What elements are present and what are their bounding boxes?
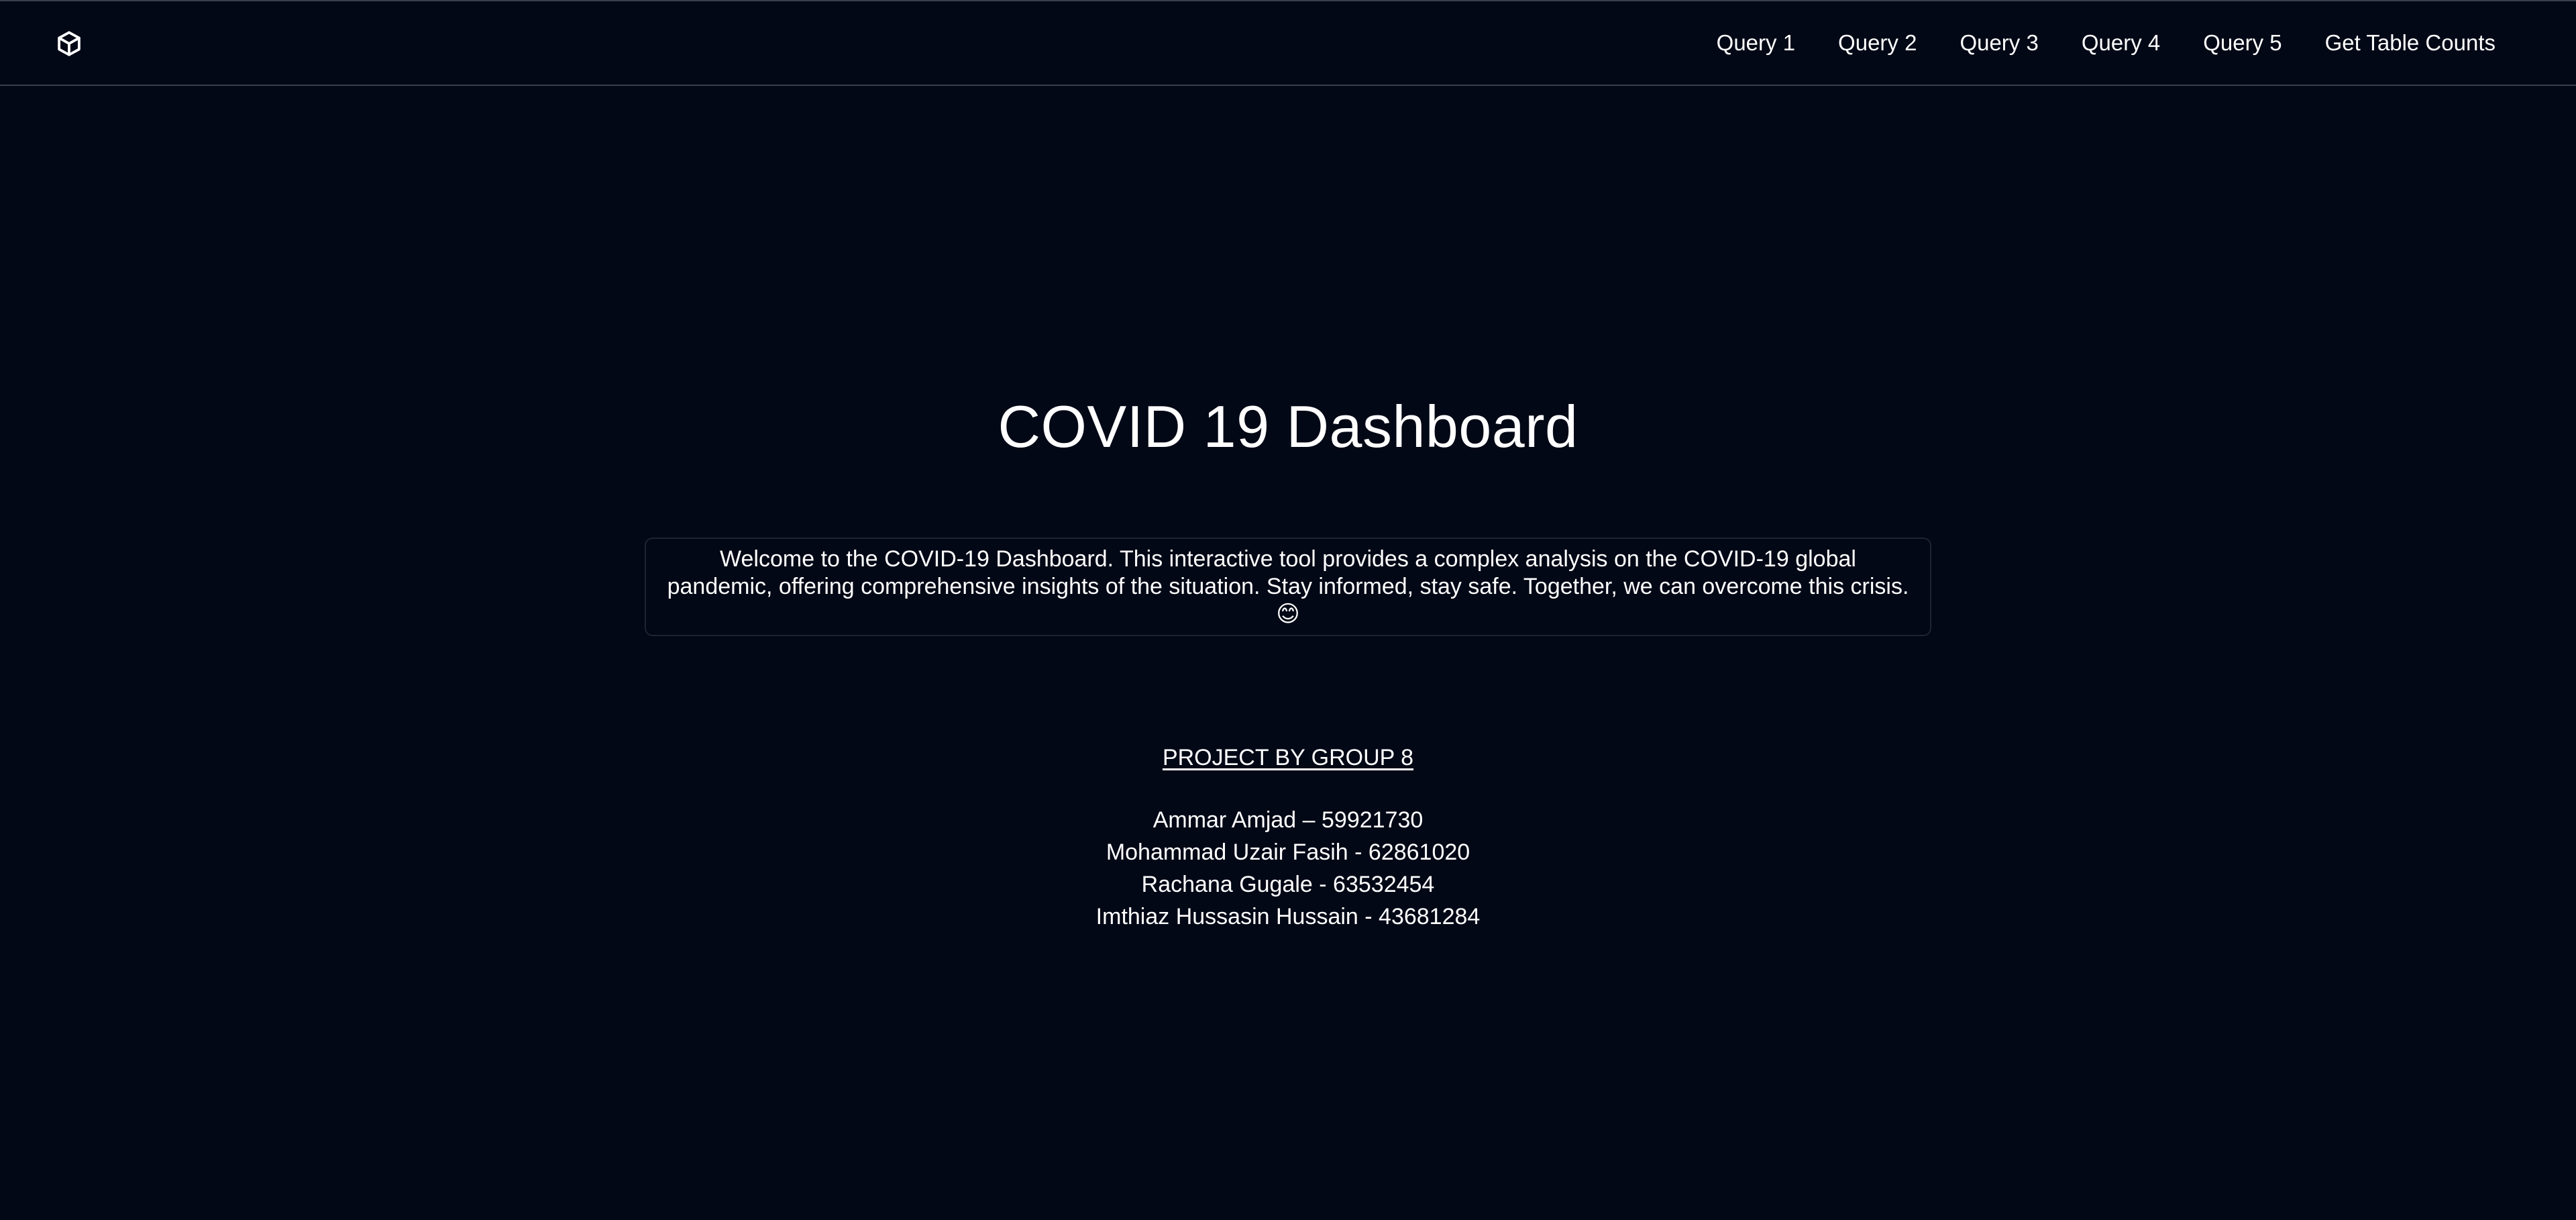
nav-query-5[interactable]: Query 5 — [2203, 30, 2282, 56]
member-item: Rachana Gugale - 63532454 — [1141, 872, 1435, 897]
welcome-card: Welcome to the COVID-19 Dashboard. This … — [645, 538, 1931, 636]
group-heading-text: PROJECT BY GROUP 8 — [1162, 745, 1414, 770]
top-navbar: Query 1 Query 2 Query 3 Query 4 Query 5 … — [0, 0, 2576, 86]
member-item: Ammar Amjad – 59921730 — [1152, 807, 1424, 833]
page-title: COVID 19 Dashboard — [998, 393, 1578, 460]
member-item: Imthiaz Hussasin Hussain - 43681284 — [1095, 904, 1481, 929]
nav-query-2[interactable]: Query 2 — [1838, 30, 1917, 56]
nav-query-4[interactable]: Query 4 — [2082, 30, 2160, 56]
group-heading: PROJECT BY GROUP 8 — [0, 745, 2576, 771]
member-item: Mohammad Uzair Fasih - 62861020 — [1106, 840, 1470, 865]
main-nav: Query 1 Query 2 Query 3 Query 4 Query 5 … — [1717, 1, 2496, 85]
member-list: Ammar Amjad – 59921730 Mohammad Uzair Fa… — [0, 804, 2576, 933]
welcome-text: Welcome to the COVID-19 Dashboard. This … — [667, 546, 1909, 627]
nav-get-table-counts[interactable]: Get Table Counts — [2325, 30, 2496, 56]
cube-icon[interactable] — [55, 30, 83, 58]
nav-query-3[interactable]: Query 3 — [1960, 30, 2038, 56]
nav-query-1[interactable]: Query 1 — [1717, 30, 1795, 56]
